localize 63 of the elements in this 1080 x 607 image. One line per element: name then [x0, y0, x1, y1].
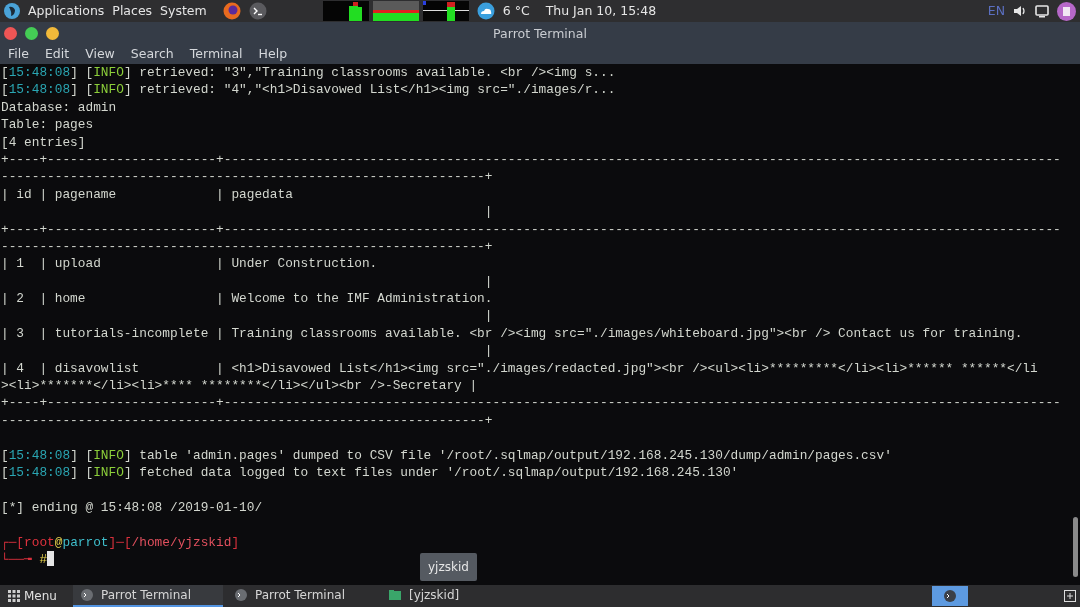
close-button[interactable] — [4, 26, 17, 40]
weather-temperature: 6 °C — [502, 1, 530, 20]
menu-item[interactable]: Search — [130, 44, 174, 64]
taskbar-item[interactable]: [yjzskid] — [380, 585, 531, 607]
maximize-button[interactable] — [25, 26, 38, 40]
minimize-button[interactable] — [46, 26, 59, 40]
menu-button[interactable]: Menu — [24, 587, 57, 605]
terminal-line: └──╼ # — [1, 550, 55, 569]
speaker-icon[interactable] — [1013, 4, 1027, 18]
terminal-line: [*] ending @ 15:48:08 /2019-01-10/ — [1, 498, 263, 517]
taskbar-item[interactable]: Parrot Terminal — [72, 585, 223, 607]
terminal-line: +----+----------------------+------------------------------------------------------------------------------------------------------------- — [1, 394, 1061, 412]
menu-item[interactable]: File — [8, 44, 29, 64]
terminal-icon — [234, 589, 247, 601]
monitor-icon[interactable] — [1035, 4, 1049, 18]
terminal-line: | — [483, 307, 493, 325]
terminal-line: [15:48:08] [INFO] fetched data logged to text files under '/root/.sqlmap/output/192.168.245.130' — [1, 464, 739, 482]
terminal-line: | — [483, 342, 493, 360]
terminal-line: | — [483, 203, 493, 221]
tooltip: yjzskid — [420, 553, 477, 581]
cpu-graph-drawing — [322, 1, 369, 21]
terminal-line: [15:48:08] [INFO] table 'admin.pages' dumped to CSV file '/root/.sqlmap/output/192.168.245.130/dump/admin/pages.csv' — [1, 446, 892, 464]
workspace-button[interactable] — [932, 586, 968, 606]
browser-icon[interactable] — [222, 2, 241, 20]
panel-menu[interactable]: Places — [112, 1, 153, 21]
menu-item[interactable]: Help — [258, 44, 288, 64]
memory-graph-drawing — [372, 1, 419, 21]
menu-item[interactable]: Edit — [44, 44, 70, 64]
terminal-icon — [944, 590, 956, 602]
terminal-line: | 1 | upload | Under Construction. — [1, 255, 378, 273]
weather-icon[interactable] — [476, 2, 495, 20]
clock[interactable]: Thu Jan 10, 15:48 — [545, 1, 657, 21]
terminal-icon[interactable] — [248, 2, 267, 20]
terminal-line: | 3 | tutorials-incomplete | Training classrooms available. <br /><img src="./images/whiteboard.jpg"><br /> Contact us for training. — [1, 324, 1023, 343]
terminal-line: [4 entries] — [1, 133, 86, 151]
terminal-line: | 2 | home | Welcome to the IMF Administration. — [1, 290, 493, 308]
scrollbar-thumb[interactable] — [1073, 517, 1078, 577]
grid-icon[interactable] — [8, 590, 20, 602]
terminal-line: ><li>*******</li><li>**** ********</li></ul><br />-Secretary | — [1, 377, 478, 395]
taskbar-item[interactable]: Parrot Terminal — [226, 585, 377, 607]
terminal-line: | 4 | disavowlist | <h1>Disavowed List</h1><img src="./images/redacted.jpg"><br /><ul><li>*********</li><li>****** ******</li — [1, 359, 1038, 378]
folder-icon — [388, 589, 401, 601]
network-graph-drawing — [422, 1, 469, 21]
terminal-icon — [80, 589, 93, 601]
panel-menu[interactable]: Applications — [28, 1, 105, 21]
terminal-line: +----+----------------------+------------------------------------------------------------------------------------------------------------- — [1, 150, 1061, 169]
user-avatar-icon[interactable] — [1057, 1, 1076, 21]
terminal-line: | — [483, 272, 493, 291]
terminal-line: [15:48:08] [INFO] retrieved: "4","<h1>Disavowed List</h1><img src="./images/r... — [1, 81, 616, 99]
menu-item[interactable]: Terminal — [189, 44, 243, 64]
terminal-line: [15:48:08] [INFO] retrieved: "3","Training classrooms available. <br /><img s... — [1, 64, 616, 82]
terminal-line: Database: admin — [1, 98, 117, 117]
terminal-line: ---------------------------------------------------------------+ — [1, 411, 493, 430]
terminal-line: ┌─[root@parrot]─[/home/yjzskid] — [1, 533, 240, 551]
terminal-line: +----+----------------------+------------------------------------------------------------------------------------------------------------- — [1, 220, 1061, 238]
panel-menu[interactable]: System — [160, 1, 207, 21]
tray-icon[interactable] — [1064, 590, 1076, 602]
terminal-line: Table: pages — [1, 116, 94, 134]
terminal-line: ---------------------------------------------------------------+ — [1, 168, 493, 186]
menu-item[interactable]: View — [85, 44, 115, 64]
window-title: Parrot Terminal — [493, 25, 587, 43]
terminal-line: | id | pagename | pagedata — [1, 185, 293, 204]
terminal-line: ---------------------------------------------------------------+ — [1, 237, 493, 256]
